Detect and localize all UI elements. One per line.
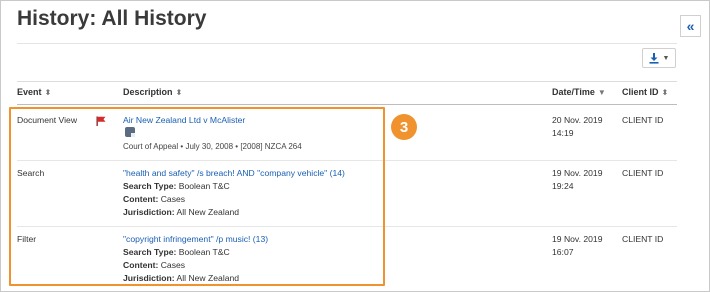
client-id: CLIENT ID (622, 168, 664, 178)
row-date: 19 Nov. 2019 (552, 168, 603, 178)
table-header: Event ⬍ Description ⬍ Date/Time ▼ Client ID… (17, 81, 677, 105)
header-event[interactable]: Event ⬍ (17, 87, 51, 97)
header-description[interactable]: Description ⬍ (123, 87, 182, 97)
sort-icon: ⬍ (44, 88, 52, 97)
page-title: History: All History (17, 7, 207, 30)
history-panel: History: All History « ▼ Event ⬍ Descript… (0, 0, 710, 292)
collapse-panel-button[interactable]: « (680, 15, 701, 37)
row-date: 20 Nov. 2019 (552, 115, 603, 125)
sort-icon: ⬍ (661, 88, 669, 97)
client-id: CLIENT ID (622, 234, 664, 244)
annotation-callout-badge: 3 (391, 114, 417, 140)
double-chevron-left-icon: « (686, 18, 695, 34)
sort-icon: ⬍ (175, 88, 183, 97)
title-divider (17, 43, 677, 44)
chevron-down-icon: ▼ (662, 54, 670, 62)
sort-desc-icon: ▼ (597, 88, 606, 97)
download-button[interactable]: ▼ (642, 48, 676, 68)
row-date: 19 Nov. 2019 (552, 234, 603, 244)
row-time: 14:19 (552, 128, 574, 138)
header-client-id[interactable]: Client ID ⬍ (622, 87, 668, 97)
row-time: 16:07 (552, 247, 574, 257)
download-icon (649, 52, 659, 64)
header-datetime[interactable]: Date/Time ▼ (552, 87, 606, 97)
annotation-highlight-box (9, 107, 385, 286)
row-time: 19:24 (552, 181, 574, 191)
client-id: CLIENT ID (622, 115, 664, 125)
